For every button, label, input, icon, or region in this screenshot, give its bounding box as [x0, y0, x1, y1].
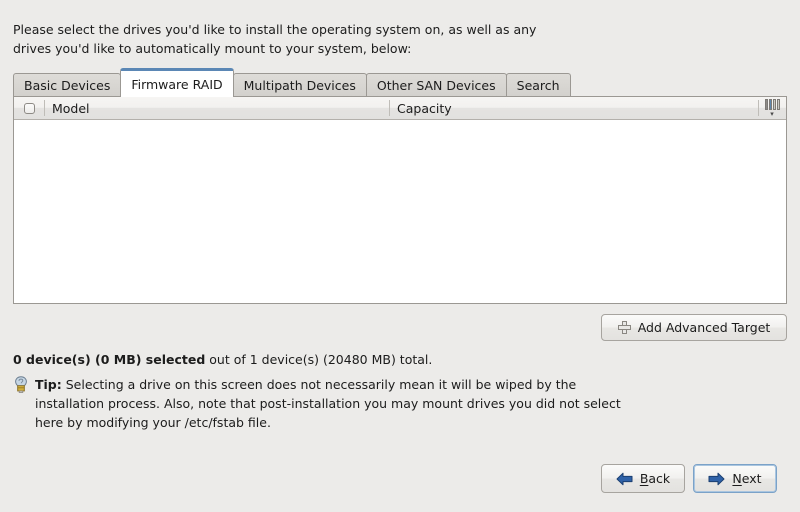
next-button[interactable]: Next [693, 464, 777, 493]
column-header-label: Capacity [397, 100, 452, 116]
next-button-label: Next [732, 471, 761, 486]
columns-icon [764, 99, 780, 110]
tip-label: Tip: [35, 377, 62, 392]
tab-label: Basic Devices [24, 78, 111, 93]
select-all-column-header[interactable] [14, 97, 44, 119]
tab-firmware-raid[interactable]: Firmware RAID [120, 68, 234, 97]
back-button-label: Back [640, 471, 670, 486]
tab-label: Search [516, 78, 560, 93]
column-header-capacity[interactable]: Capacity [389, 97, 758, 119]
table-header-row: Model Capacity ▾ [14, 97, 786, 120]
selected-count-text: 0 device(s) (0 MB) selected [13, 352, 206, 367]
arrow-right-icon [708, 472, 725, 486]
tab-multipath-devices[interactable]: Multipath Devices [232, 73, 367, 97]
tip-text: Tip: Selecting a drive on this screen do… [35, 375, 638, 432]
arrow-left-icon [616, 472, 633, 486]
back-button[interactable]: Back [601, 464, 685, 493]
tab-label: Other SAN Devices [376, 78, 496, 93]
total-count-text: out of 1 device(s) (20480 MB) total. [205, 352, 433, 367]
column-header-model[interactable]: Model [44, 97, 389, 119]
add-advanced-target-button[interactable]: Add Advanced Target [601, 314, 787, 341]
selection-status: 0 device(s) (0 MB) selected out of 1 dev… [13, 352, 432, 367]
column-chooser-button[interactable]: ▾ [758, 97, 786, 119]
tip-body: Selecting a drive on this screen does no… [35, 377, 621, 430]
chevron-down-icon: ▾ [770, 110, 774, 118]
next-mnemonic: N [732, 471, 742, 486]
tab-other-san-devices[interactable]: Other SAN Devices [365, 73, 507, 97]
select-all-checkbox[interactable] [23, 102, 35, 114]
lightbulb-icon [13, 376, 29, 393]
back-suffix: ack [648, 471, 671, 486]
table-body-empty[interactable] [14, 120, 786, 303]
navigation-buttons: Back Next [601, 464, 777, 493]
next-suffix: ext [741, 471, 762, 486]
column-header-label: Model [52, 100, 90, 116]
tab-label: Multipath Devices [243, 78, 356, 93]
tab-basic-devices[interactable]: Basic Devices [13, 73, 122, 97]
tip-block: Tip: Selecting a drive on this screen do… [13, 375, 638, 432]
tab-search[interactable]: Search [505, 73, 571, 97]
add-advanced-target-label: Add Advanced Target [637, 320, 771, 335]
device-type-tabs: Basic Devices Firmware RAID Multipath De… [13, 68, 571, 97]
device-list-table: Model Capacity ▾ [13, 96, 787, 304]
intro-paragraph: Please select the drives you'd like to i… [13, 22, 537, 56]
plus-icon [617, 321, 631, 334]
tab-label: Firmware RAID [131, 76, 223, 92]
